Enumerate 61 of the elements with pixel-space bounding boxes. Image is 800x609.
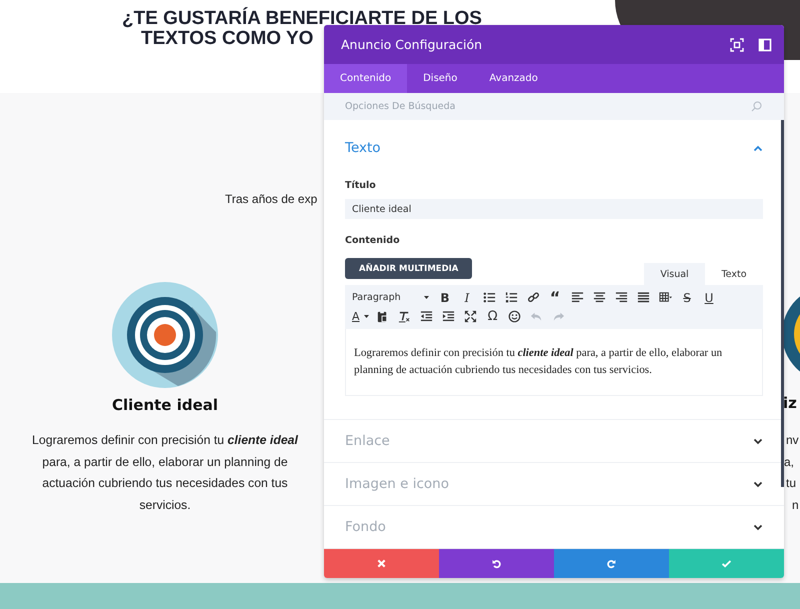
undo-icon bbox=[491, 558, 502, 569]
italic-button[interactable]: I bbox=[456, 288, 478, 306]
editor-text: Lograremos definir con precisión tu cliente ideal para, a partir de ello, elaborar un planning de actuación cubriendo tus necesidades con tus servicios. bbox=[354, 346, 724, 378]
feature-text: nv bbox=[786, 433, 799, 447]
special-character-button[interactable]: Ω bbox=[482, 308, 504, 326]
editor-tab[interactable]: Visual bbox=[644, 263, 705, 285]
clear-formatting-icon bbox=[398, 310, 412, 323]
feature-text: Lograremos definir con precisión tu cliente ideal para, a partir de ello, elaborar un planning de actuación cubriendo tus necesidades con tus servicios. bbox=[31, 432, 299, 514]
blockquote-button[interactable]: “ bbox=[544, 288, 566, 306]
redo-icon bbox=[606, 558, 617, 569]
caret-icon bbox=[424, 296, 429, 299]
indent-icon bbox=[442, 310, 456, 323]
bullet-list-icon bbox=[482, 291, 496, 304]
feature-text: tu bbox=[786, 476, 796, 490]
sidebar-icon[interactable] bbox=[758, 38, 772, 52]
title-field[interactable]: Cliente ideal bbox=[345, 199, 763, 219]
align-justify-icon bbox=[636, 291, 650, 304]
target-icon bbox=[112, 282, 218, 388]
bold-button[interactable]: B bbox=[434, 288, 456, 306]
chevron-down-icon[interactable] bbox=[753, 438, 763, 444]
feature-text: a, bbox=[784, 454, 794, 468]
feature-text: n bbox=[792, 498, 799, 512]
chevron-up-icon[interactable] bbox=[753, 144, 763, 152]
numbered-list-icon bbox=[504, 291, 518, 304]
fullscreen-icon bbox=[464, 310, 478, 323]
search-field[interactable]: Opciones De Búsqueda bbox=[324, 93, 784, 120]
undo-icon bbox=[530, 310, 544, 323]
modal-title: Anuncio Configuración bbox=[341, 37, 484, 52]
link-icon bbox=[526, 291, 540, 304]
feature-title: Cliente ideal bbox=[112, 396, 218, 414]
heading-line: ¿TE GUSTARÍA BENEFICIARTE DE LOS bbox=[122, 9, 482, 29]
table-icon bbox=[658, 291, 672, 304]
checkmark-icon bbox=[721, 558, 732, 569]
chevron-down-icon[interactable] bbox=[753, 524, 763, 530]
heading-line: TEXTOS COMO YO bbox=[141, 29, 314, 49]
strikethrough-button[interactable]: S bbox=[676, 288, 698, 306]
focus-icon[interactable] bbox=[730, 38, 744, 52]
smiley-icon bbox=[508, 310, 522, 323]
scrollbar[interactable] bbox=[781, 120, 784, 487]
align-right-icon bbox=[614, 291, 628, 304]
field-label: Título bbox=[345, 180, 376, 191]
text-color-button[interactable]: A bbox=[349, 308, 372, 326]
add-media-button[interactable]: AÑADIR MULTIMEDIA bbox=[345, 258, 472, 279]
redo-icon bbox=[552, 310, 566, 323]
settings-tab[interactable]: Contenido bbox=[324, 64, 408, 93]
underline-button[interactable]: U bbox=[698, 288, 720, 306]
field-label: Contenido bbox=[345, 235, 401, 246]
caret-icon bbox=[364, 315, 369, 318]
paragraph-dropdown[interactable]: Paragraph bbox=[349, 288, 434, 306]
section-title[interactable]: Texto bbox=[345, 140, 381, 156]
settings-tab[interactable]: Diseño bbox=[407, 64, 474, 93]
outdent-icon bbox=[420, 310, 434, 323]
intro-text: Tras años de exp bbox=[225, 192, 318, 206]
chevron-down-icon[interactable] bbox=[753, 480, 763, 488]
editor-area[interactable]: Lograremos definir con precisión tu cliente ideal para, a partir de ello, elaborar un planning de actuación cubriendo tus necesidades con tus servicios. bbox=[345, 329, 763, 396]
align-center-icon bbox=[592, 291, 606, 304]
clipboard-icon bbox=[376, 310, 390, 323]
align-left-icon bbox=[570, 291, 584, 304]
settings-tab[interactable]: Avanzado bbox=[473, 64, 554, 93]
close-icon bbox=[376, 558, 387, 569]
feature-title: iz bbox=[783, 394, 798, 412]
